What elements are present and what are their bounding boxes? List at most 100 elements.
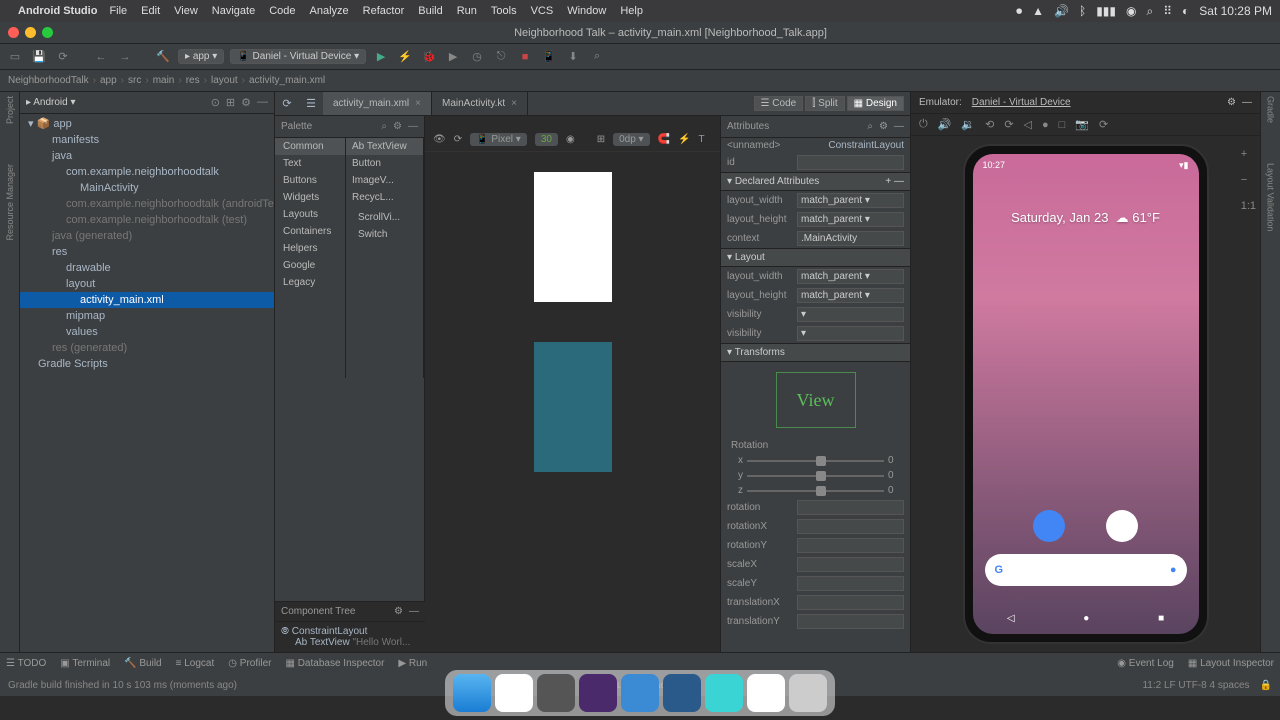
rotationx-input[interactable] — [797, 519, 904, 534]
mail-icon[interactable] — [663, 674, 701, 712]
section-layout[interactable]: ▾ Layout — [721, 248, 910, 267]
emulator-device[interactable]: Daniel - Virtual Device — [972, 97, 1071, 108]
search-icon[interactable]: ⌕ — [1147, 4, 1154, 19]
profile-icon[interactable]: ◷ — [468, 48, 486, 66]
zoom-fit-icon[interactable]: 1:1 — [1241, 200, 1256, 212]
fwd-icon[interactable]: → — [116, 48, 134, 66]
tree-node[interactable]: values — [20, 324, 274, 340]
menu-code[interactable]: Code — [269, 5, 295, 17]
tab-pin-icon[interactable]: ☰ — [299, 97, 323, 110]
tree-node[interactable]: layout — [20, 276, 274, 292]
visibility2-select[interactable]: ▾ — [797, 326, 904, 341]
stop-icon[interactable]: ■ — [516, 48, 534, 66]
run-icon[interactable]: ▶ — [372, 48, 390, 66]
palette-item[interactable]: Ab TextView — [346, 138, 423, 155]
design-preview[interactable] — [534, 172, 612, 302]
attach-icon[interactable]: ⎋ — [492, 48, 510, 66]
orientation-icon[interactable]: ⟳ — [454, 134, 462, 145]
volume-down-icon[interactable]: 🔉 — [961, 118, 975, 131]
blueprint-preview[interactable] — [534, 342, 612, 472]
back-icon[interactable]: ◁ — [1024, 118, 1032, 131]
device-selector[interactable]: 📱 Pixel ▾ — [470, 133, 527, 146]
nav-overview-icon[interactable]: ■ — [1158, 613, 1164, 624]
trash-icon[interactable] — [789, 674, 827, 712]
visibility-select[interactable]: ▾ — [797, 307, 904, 322]
bottom-todo[interactable]: ☰ TODO — [6, 658, 46, 669]
id-input[interactable] — [797, 155, 904, 170]
search-icon[interactable]: ⌕ — [381, 121, 387, 132]
rotation-y-slider[interactable]: y0 — [721, 468, 910, 483]
select-opened-icon[interactable]: ⊙ — [211, 96, 220, 109]
emulator-screen[interactable]: 10:27▾▮ Saturday, Jan 23 ☁ 61°F G ● ◁ ● … — [973, 154, 1199, 634]
messages-app-icon[interactable] — [1033, 510, 1065, 542]
bottom-logcat[interactable]: ≡ Logcat — [176, 658, 215, 669]
palette-cat[interactable]: Widgets — [275, 189, 345, 206]
magnet-icon[interactable]: 🧲 — [658, 134, 670, 145]
hide-icon[interactable]: — — [1242, 97, 1252, 108]
apply-changes-icon[interactable]: ⚡ — [396, 48, 414, 66]
tab-prev-icon[interactable]: ⟳ — [275, 97, 299, 110]
tree-node[interactable]: com.example.neighborhoodtalk — [20, 164, 274, 180]
menu-tools[interactable]: Tools — [491, 5, 517, 17]
view-split-button[interactable]: ⫿ Split — [805, 96, 844, 111]
sdk-icon[interactable]: ⬇ — [564, 48, 582, 66]
sync-icon[interactable]: ▲ — [1032, 4, 1044, 18]
save-icon[interactable]: 💾 — [30, 48, 48, 66]
record-icon[interactable]: ⏺ — [1016, 4, 1022, 19]
hide-icon[interactable]: — — [409, 606, 419, 617]
palette-cat[interactable]: Common — [275, 138, 345, 155]
settings-icon[interactable] — [537, 674, 575, 712]
firefox-icon[interactable] — [579, 674, 617, 712]
wand-icon[interactable]: ⚡ — [678, 134, 690, 145]
bottom-profiler[interactable]: ◷ Profiler — [228, 658, 271, 669]
right-tab-layoutval[interactable]: Layout Validation — [1266, 163, 1276, 231]
overview-icon[interactable]: □ — [1059, 119, 1066, 131]
section-declared[interactable]: ▾ Declared Attributes+ — — [721, 172, 910, 191]
tree-node[interactable]: com.example.neighborhoodtalk (androidTes… — [20, 196, 274, 212]
tree-node[interactable]: com.example.neighborhoodtalk (test) — [20, 212, 274, 228]
palette-cat[interactable]: Layouts — [275, 206, 345, 223]
postman-icon[interactable] — [747, 674, 785, 712]
palette-cat[interactable]: Text — [275, 155, 345, 172]
tree-node[interactable]: res — [20, 244, 274, 260]
run-config-device[interactable]: 📱 Daniel - Virtual Device ▾ — [230, 49, 366, 64]
volume-up-icon[interactable]: 🔊 — [938, 118, 952, 131]
rotate-right-icon[interactable]: ⟳ — [1004, 118, 1013, 131]
palette-item[interactable]: ScrollVi...Switch — [346, 206, 423, 246]
crumb[interactable]: res — [186, 75, 200, 86]
bottom-eventlog[interactable]: ◉ Event Log — [1117, 658, 1174, 669]
api-selector[interactable]: 30 — [535, 133, 558, 146]
extended-icon[interactable]: ⟳ — [1099, 118, 1108, 131]
close-window-icon[interactable] — [8, 27, 19, 38]
palette-item[interactable]: Switch — [352, 226, 417, 243]
rotation-x-slider[interactable]: x0 — [721, 453, 910, 468]
align-icon[interactable]: T — [698, 134, 704, 145]
menu-view[interactable]: View — [174, 5, 198, 17]
app-name[interactable]: Android Studio — [18, 5, 97, 17]
power-icon[interactable]: ⏻ — [919, 118, 928, 131]
screenshot-icon[interactable]: 📷 — [1075, 118, 1089, 131]
layout-width-select2[interactable]: match_parent ▾ — [797, 269, 904, 284]
gear-icon[interactable]: ⚙ — [879, 121, 888, 132]
bottom-dbinspector[interactable]: ▦ Database Inspector — [285, 658, 384, 669]
crumb[interactable]: app — [100, 75, 117, 86]
crumb[interactable]: activity_main.xml — [249, 75, 325, 86]
tree-node[interactable]: drawable — [20, 260, 274, 276]
comptree-child[interactable]: Ab TextView "Hello Worl... — [281, 637, 419, 648]
tree-node[interactable]: mipmap — [20, 308, 274, 324]
close-icon[interactable]: × — [511, 98, 517, 109]
palette-cat[interactable]: Google — [275, 257, 345, 274]
debug-icon[interactable]: 🐞 — [420, 48, 438, 66]
hammer-icon[interactable]: 🔨 — [154, 48, 172, 66]
quicktime-icon[interactable] — [621, 674, 659, 712]
sync-gradle-icon[interactable]: ⟳ — [54, 48, 72, 66]
tree-node[interactable]: Gradle Scripts — [20, 356, 274, 372]
scalex-input[interactable] — [797, 557, 904, 572]
hide-icon[interactable]: — — [894, 121, 904, 132]
control-center-icon[interactable]: ⠿ — [1163, 4, 1172, 18]
google-search-bar[interactable]: G ● — [985, 554, 1187, 586]
zoom-in-icon[interactable]: + — [1241, 148, 1256, 160]
menu-build[interactable]: Build — [418, 5, 442, 17]
nav-back-icon[interactable]: ◁ — [1007, 613, 1015, 624]
palette-item[interactable]: Button — [346, 155, 423, 172]
